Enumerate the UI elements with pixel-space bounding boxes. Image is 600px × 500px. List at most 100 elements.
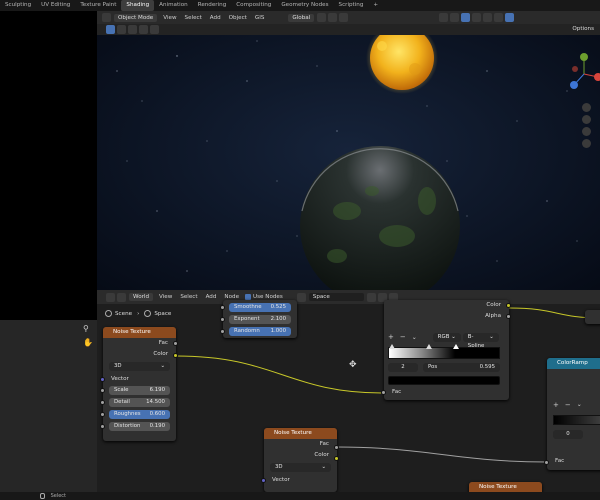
add-workspace-button[interactable]: +: [368, 0, 383, 11]
overlay-icon[interactable]: [461, 13, 471, 22]
select-mode-new-icon[interactable]: [117, 25, 126, 34]
color-ramp-node[interactable]: Color Alpha + − ⌄ RGB ⌄ B-Spline ⌄ 2 Pos 0.…: [381, 300, 511, 400]
exponent-field[interactable]: Exponent 2.100: [229, 315, 291, 324]
smoothness-socket[interactable]: [220, 305, 225, 310]
vector-input-socket-2[interactable]: [261, 478, 266, 483]
pivot-icon[interactable]: [317, 13, 327, 22]
stop-position-field[interactable]: Pos 0.595: [423, 363, 500, 372]
ramp-stop-marker-active[interactable]: [453, 344, 459, 349]
xray-icon[interactable]: [472, 13, 482, 22]
color-ramp-2-title[interactable]: ColorRamp: [547, 358, 600, 369]
tab-compositing[interactable]: Compositing: [231, 0, 276, 11]
tab-animation[interactable]: Animation: [154, 0, 193, 11]
shading-solid-icon[interactable]: [483, 13, 493, 22]
color-output-socket[interactable]: [173, 353, 178, 358]
ramp-stop-marker-1[interactable]: [389, 344, 395, 349]
voronoi-texture-node[interactable]: Smoothne 0.525 Exponent 2.100 Randomn 1.000: [220, 300, 297, 338]
visibility-icon[interactable]: [439, 13, 449, 22]
color-output-socket-2[interactable]: [334, 456, 339, 461]
fac-output-socket[interactable]: [173, 341, 178, 346]
select-mode-extend-icon[interactable]: [128, 25, 137, 34]
interpolation-dropdown[interactable]: B-Spline ⌄: [462, 332, 499, 349]
fac-output-socket-2[interactable]: [334, 445, 339, 450]
color-ramp-fac-input-socket[interactable]: [381, 390, 386, 395]
color-ramp-2-fac-input-socket[interactable]: [544, 460, 549, 465]
ramp-menu-chevron-icon[interactable]: ⌄: [412, 334, 417, 341]
shading-rendered-icon[interactable]: [505, 13, 515, 22]
noise-texture-3-title[interactable]: Noise Texture: [469, 482, 542, 492]
pan-view-icon[interactable]: [582, 115, 591, 124]
camera-view-icon[interactable]: [582, 127, 591, 136]
3d-viewport[interactable]: Object Mode View Select Add Object GIS G…: [97, 11, 600, 290]
exponent-socket[interactable]: [220, 317, 225, 322]
distortion-value: 0.190: [149, 423, 165, 429]
ramp-stop-marker-2[interactable]: [426, 344, 432, 349]
roughness-input-socket[interactable]: [100, 412, 105, 417]
detail-input-socket[interactable]: [100, 400, 105, 405]
tab-uv-editing[interactable]: UV Editing: [36, 0, 75, 11]
noise-texture-node-3[interactable]: Noise Texture: [469, 482, 542, 492]
snap-icon[interactable]: [328, 13, 338, 22]
stop-index-field[interactable]: 2: [388, 363, 418, 372]
ramp-menu-chevron-icon-2[interactable]: ⌄: [577, 401, 582, 409]
transform-orientation-dropdown[interactable]: Global: [288, 13, 315, 22]
remove-stop-icon-2[interactable]: −: [565, 401, 571, 409]
background-node-partial[interactable]: [585, 310, 600, 324]
randomness-label: Randomn: [234, 328, 260, 334]
options-dropdown[interactable]: Options: [572, 26, 594, 32]
tab-rendering[interactable]: Rendering: [193, 0, 232, 11]
add-stop-icon[interactable]: +: [388, 333, 394, 341]
viewport-menu-view[interactable]: View: [159, 15, 180, 21]
viewport-menu-select[interactable]: Select: [181, 15, 206, 21]
zoom-icon[interactable]: ⚲: [83, 324, 92, 333]
object-mode-dropdown[interactable]: Object Mode: [114, 13, 158, 22]
distortion-input-socket[interactable]: [100, 424, 105, 429]
color-ramp-2-gradient[interactable]: [553, 415, 600, 425]
noise-texture-2-title[interactable]: Noise Texture: [264, 428, 337, 439]
stop-index-field-2[interactable]: 0: [553, 430, 583, 439]
roughness-field[interactable]: Roughnes 0.600: [109, 410, 170, 419]
dimension-dropdown[interactable]: 3D ⌄: [109, 362, 170, 371]
color-ramp-color-output-socket[interactable]: [506, 303, 511, 308]
viewport-menu-gis[interactable]: GIS: [251, 15, 269, 21]
color-ramp-gradient[interactable]: [388, 347, 500, 359]
editor-type-icon[interactable]: [102, 13, 111, 22]
viewport-menu-object[interactable]: Object: [225, 15, 251, 21]
viewport-menu-add[interactable]: Add: [206, 15, 225, 21]
stop-color-swatch[interactable]: [388, 376, 500, 385]
tab-texture-paint[interactable]: Texture Paint: [75, 0, 121, 11]
vector-input-socket[interactable]: [100, 377, 105, 382]
noise-texture-node[interactable]: Noise Texture Fac Color 3D ⌄ Vector Scale…: [100, 327, 178, 441]
color-ramp-node-2[interactable]: ColorRamp + − ⌄ 0 Fac: [544, 358, 600, 470]
select-mode-subtract-icon[interactable]: [139, 25, 148, 34]
detail-field[interactable]: Detail 14.500: [109, 398, 170, 407]
smoothness-field[interactable]: Smoothne 0.525: [229, 303, 291, 312]
randomness-field[interactable]: Randomn 1.000: [229, 327, 291, 336]
distortion-field[interactable]: Distortion 0.190: [109, 422, 170, 431]
navigation-gizmo[interactable]: [569, 49, 600, 99]
remove-stop-icon[interactable]: −: [400, 333, 406, 341]
noise-texture-node-2[interactable]: Noise Texture Fac Color 3D ⌄ Vector: [261, 428, 339, 492]
dimension-dropdown-2[interactable]: 3D ⌄: [270, 463, 331, 472]
select-box-icon[interactable]: [106, 25, 115, 34]
perspective-toggle-icon[interactable]: [582, 139, 591, 148]
randomness-socket[interactable]: [220, 329, 225, 334]
zoom-view-icon[interactable]: [582, 103, 591, 112]
shader-node-editor[interactable]: World View Select Add Node Use Nodes Spa…: [97, 290, 600, 492]
scale-input-socket[interactable]: [100, 388, 105, 393]
tab-sculpting[interactable]: Sculpting: [0, 0, 36, 11]
proportional-edit-icon[interactable]: [339, 13, 349, 22]
select-mode-invert-icon[interactable]: [150, 25, 159, 34]
pan-hand-icon[interactable]: ✋: [83, 338, 93, 347]
chevron-down-icon: ⌄: [160, 363, 165, 369]
gizmo-icon[interactable]: [450, 13, 460, 22]
tab-scripting[interactable]: Scripting: [334, 0, 369, 11]
scale-field[interactable]: Scale 6.190: [109, 386, 170, 395]
color-ramp-alpha-output-socket[interactable]: [506, 314, 511, 319]
tab-geometry-nodes[interactable]: Geometry Nodes: [276, 0, 333, 11]
color-mode-dropdown[interactable]: RGB ⌄: [432, 332, 461, 342]
tab-shading[interactable]: Shading: [121, 0, 155, 11]
noise-texture-title[interactable]: Noise Texture: [103, 327, 176, 338]
add-stop-icon-2[interactable]: +: [553, 401, 559, 409]
shading-material-icon[interactable]: [494, 13, 504, 22]
